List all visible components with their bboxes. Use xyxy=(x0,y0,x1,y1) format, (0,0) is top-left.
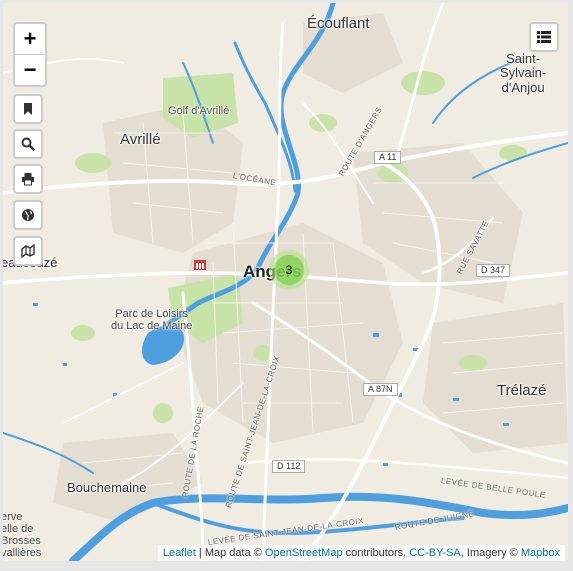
attribution-text: contributors, xyxy=(342,547,410,559)
attribution-text: , Imagery © xyxy=(460,547,521,559)
search-button[interactable] xyxy=(13,129,43,159)
measure-button[interactable] xyxy=(13,236,43,266)
place-parc: Parc de Loisirs du Lac de Maine xyxy=(111,308,193,333)
zoom-control: + − xyxy=(13,22,47,87)
print-icon xyxy=(22,173,34,186)
place-avrille: Avrillé xyxy=(120,131,161,148)
search-icon xyxy=(21,137,35,151)
measure-icon xyxy=(21,244,35,258)
map-viewport[interactable]: Écouflant Saint- Sylvain- d'Anjou Avrill… xyxy=(3,3,568,561)
marker-cluster-count: 3 xyxy=(274,255,304,285)
attribution: Leaflet | Map data © OpenStreetMap contr… xyxy=(157,545,565,561)
print-button[interactable] xyxy=(13,164,43,194)
museum-icon xyxy=(194,260,206,270)
shield-d347: D 347 xyxy=(476,264,511,277)
bookmark-button[interactable] xyxy=(13,94,43,124)
place-ecouflant: Écouflant xyxy=(307,15,370,32)
leaflet-link[interactable]: Leaflet xyxy=(163,547,196,559)
bookmark-icon xyxy=(24,103,32,115)
marker-cluster[interactable]: 3 xyxy=(269,250,309,290)
place-golf: Golf d'Avrillé xyxy=(168,105,230,117)
place-bouchemaine: Bouchemaine xyxy=(67,480,147,495)
place-reserve: erve elle de Brosses vallières xyxy=(3,511,42,560)
zoom-out-button[interactable]: − xyxy=(15,54,45,85)
globe-button[interactable] xyxy=(13,200,43,230)
place-trelaze: Trélazé xyxy=(497,382,547,399)
shield-d112: D 112 xyxy=(272,460,306,473)
mapbox-link[interactable]: Mapbox xyxy=(521,547,560,559)
cc-by-sa-link[interactable]: CC-BY-SA xyxy=(409,547,461,559)
attribution-text: | Map data © xyxy=(195,547,265,559)
shield-a87n: A 87N xyxy=(363,383,398,396)
globe-icon xyxy=(22,209,34,221)
zoom-in-button[interactable]: + xyxy=(15,24,45,54)
layers-list-button[interactable] xyxy=(529,22,559,52)
place-saint-sylvain: Saint- Sylvain- d'Anjou xyxy=(500,51,547,95)
shield-a11: A 11 xyxy=(374,151,402,164)
osm-link[interactable]: OpenStreetMap xyxy=(265,547,343,559)
layers-list-icon xyxy=(537,31,551,43)
